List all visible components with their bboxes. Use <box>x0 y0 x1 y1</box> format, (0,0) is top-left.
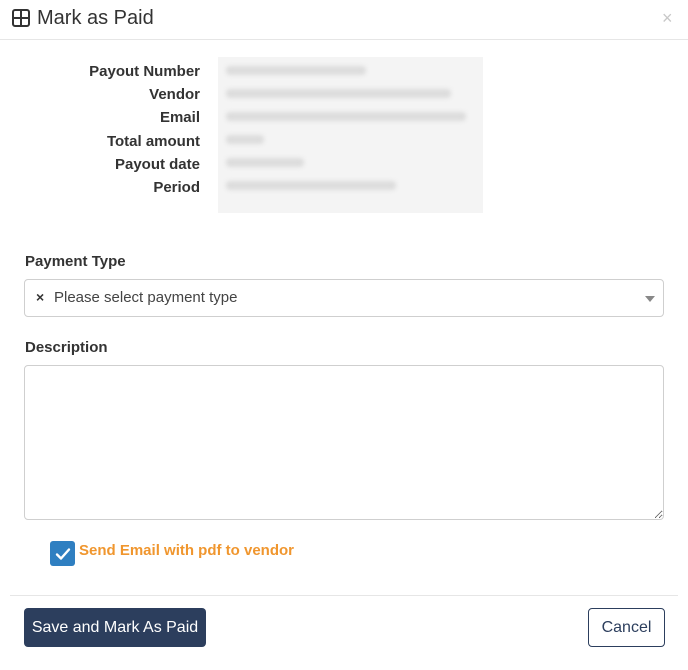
vendor-label: Vendor <box>149 86 200 104</box>
chevron-down-icon[interactable] <box>645 296 655 302</box>
table-grid-icon <box>12 9 30 27</box>
clear-selection-icon[interactable]: × <box>36 289 44 305</box>
checkmark-icon <box>55 547 70 560</box>
send-email-checkbox[interactable] <box>50 541 75 566</box>
payment-type-label: Payment Type <box>25 253 126 270</box>
footer-divider <box>10 595 678 596</box>
total-amount-label: Total amount <box>106 132 200 150</box>
period-label: Period <box>153 178 200 196</box>
payout-date-value-redacted <box>226 158 304 167</box>
payout-info-labels: Payout Number Vendor Email Total amount … <box>40 60 200 199</box>
cancel-button[interactable]: Cancel <box>588 608 665 647</box>
save-and-mark-as-paid-button[interactable]: Save and Mark As Paid <box>24 608 206 647</box>
email-value-redacted <box>226 112 466 121</box>
payout-info-values-redacted <box>218 57 483 213</box>
mark-as-paid-dialog: Mark as Paid × Payout Number Vendor Emai… <box>0 0 688 670</box>
payout-date-label: Payout date <box>114 155 200 173</box>
dialog-header: Mark as Paid × <box>0 0 688 40</box>
payout-number-label: Payout Number <box>89 63 200 80</box>
payment-type-select[interactable]: × Please select payment type <box>24 279 664 317</box>
description-label: Description <box>25 339 108 356</box>
description-textarea[interactable] <box>24 365 664 520</box>
total-amount-value-redacted <box>226 135 264 144</box>
email-label: Email <box>159 109 200 127</box>
close-icon[interactable]: × <box>662 8 673 28</box>
period-value-redacted <box>226 181 396 190</box>
payout-number-value-redacted <box>226 66 366 75</box>
vendor-value-redacted <box>226 89 451 98</box>
dialog-title: Mark as Paid <box>37 7 154 29</box>
send-email-label[interactable]: Send Email with pdf to vendor <box>79 542 294 560</box>
payment-type-placeholder: Please select payment type <box>54 289 238 306</box>
